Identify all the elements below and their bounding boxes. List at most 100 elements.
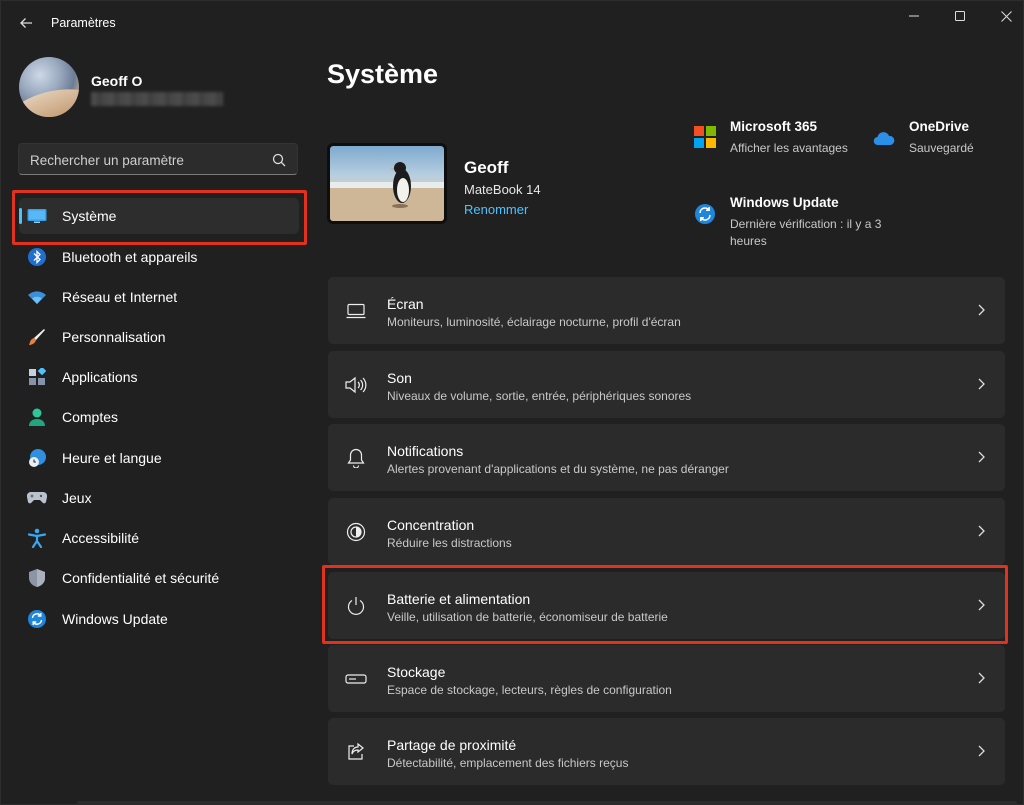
speaker-icon [345, 374, 367, 396]
card-title: Partage de proximité [387, 737, 517, 753]
settings-card-stockage[interactable]: Stockage Espace de stockage, lecteurs, r… [328, 645, 1005, 712]
chevron-right-icon [978, 599, 985, 611]
sidebar-item-label: Applications [62, 369, 138, 385]
quick-title: Windows Update [730, 195, 839, 210]
windows-update-tile[interactable]: Windows Update Dernière vérification : i… [694, 195, 914, 251]
brush-icon [27, 327, 47, 347]
avatar[interactable] [19, 57, 79, 117]
settings-card-son[interactable]: Son Niveaux de volume, sortie, entrée, p… [328, 351, 1005, 418]
chevron-right-icon [978, 378, 985, 390]
sidebar-item-reseau[interactable]: Réseau et Internet [19, 279, 299, 315]
maximize-button[interactable] [937, 1, 983, 31]
search-icon [272, 153, 286, 167]
chevron-right-icon [978, 525, 985, 537]
apps-icon [27, 367, 47, 387]
quick-subtitle: Afficher les avantages [730, 141, 848, 155]
quick-subtitle-line-1: Dernière vérification : il y a 3 [730, 217, 882, 231]
sidebar-item-label: Personnalisation [62, 329, 166, 345]
card-subtitle: Réduire les distractions [387, 536, 512, 550]
minimize-button[interactable] [891, 1, 937, 31]
partial-card-edge [77, 801, 1017, 805]
quick-title: Microsoft 365 [730, 119, 818, 134]
update-icon [695, 204, 715, 224]
settings-card-ecran[interactable]: Écran Moniteurs, luminosité, éclairage n… [328, 277, 1005, 344]
sidebar-item-heure[interactable]: Heure et langue [19, 440, 299, 476]
sidebar-item-systeme[interactable]: Système [19, 198, 299, 234]
update-icon [27, 609, 47, 629]
card-subtitle: Veille, utilisation de batterie, économi… [387, 610, 668, 624]
user-name: Geoff O [91, 73, 143, 89]
sidebar-item-bluetooth[interactable]: Bluetooth et appareils [19, 239, 299, 275]
sidebar-item-label: Jeux [62, 490, 92, 506]
back-arrow-icon [20, 18, 32, 28]
chevron-right-icon [978, 304, 985, 316]
sidebar-item-label: Confidentialité et sécurité [62, 570, 220, 586]
card-subtitle: Espace de stockage, lecteurs, règles de … [387, 683, 672, 697]
system-icon [27, 206, 47, 226]
sidebar-item-label: Réseau et Internet [62, 289, 178, 305]
sidebar-item-jeux[interactable]: Jeux [19, 480, 299, 516]
quick-subtitle-line-2: heures [730, 234, 767, 248]
sidebar-item-label: Comptes [62, 409, 119, 425]
sidebar-item-label: Accessibilité [62, 530, 140, 546]
minimize-icon [909, 15, 919, 17]
bluetooth-icon [27, 247, 47, 267]
device-name: Geoff [464, 158, 509, 177]
focus-icon [345, 521, 367, 543]
card-subtitle: Moniteurs, luminosité, éclairage nocturn… [387, 315, 681, 329]
card-subtitle: Niveaux de volume, sortie, entrée, périp… [387, 389, 692, 403]
bell-icon [345, 447, 367, 469]
card-title: Stockage [387, 664, 446, 680]
share-icon [345, 741, 367, 763]
wifi-icon [27, 287, 47, 307]
device-wallpaper-thumbnail[interactable] [327, 143, 447, 224]
microsoft-logo-icon [694, 126, 716, 148]
card-title: Batterie et alimentation [387, 591, 531, 607]
card-title: Notifications [387, 443, 464, 459]
user-email-redacted [91, 92, 223, 106]
device-model: MateBook 14 [464, 182, 541, 197]
account-icon [27, 407, 47, 427]
page-title: Système [327, 59, 439, 89]
card-title: Concentration [387, 517, 475, 533]
active-indicator [19, 208, 22, 224]
sidebar-item-label: Windows Update [62, 611, 168, 627]
onedrive-tile[interactable]: OneDrive Sauvegardé [873, 119, 1003, 159]
rename-link[interactable]: Renommer [464, 202, 528, 217]
sidebar-item-label: Système [62, 208, 117, 224]
sidebar-item-label: Bluetooth et appareils [62, 249, 198, 265]
quick-title: OneDrive [909, 119, 970, 134]
penguin-wallpaper-image [330, 162, 444, 221]
chevron-right-icon [978, 672, 985, 684]
close-button[interactable] [983, 1, 1024, 31]
title-bar: Paramètres [1, 1, 1023, 45]
app-title: Paramètres [51, 16, 116, 30]
microsoft-365-tile[interactable]: Microsoft 365 Afficher les avantages [694, 119, 864, 159]
card-title: Écran [387, 296, 424, 312]
storage-icon [345, 668, 367, 690]
sidebar-item-confidentialite[interactable]: Confidentialité et sécurité [19, 560, 299, 596]
quick-subtitle: Dernière vérification : il y a 3 heures [730, 216, 881, 250]
settings-card-concentration[interactable]: Concentration Réduire les distractions [328, 498, 1005, 565]
sidebar-item-accessibilite[interactable]: Accessibilité [19, 520, 299, 556]
search-placeholder: Rechercher un paramètre [30, 153, 184, 168]
monitor-icon [345, 300, 367, 322]
settings-window: Paramètres Geoff O Rechercher un paramèt… [0, 0, 1024, 805]
sidebar-item-label: Heure et langue [62, 450, 162, 466]
maximize-icon [955, 11, 965, 21]
back-button[interactable] [15, 12, 37, 34]
quick-subtitle: Sauvegardé [909, 141, 974, 155]
sidebar-item-windows-update[interactable]: Windows Update [19, 601, 299, 637]
card-title: Son [387, 370, 412, 386]
settings-card-batterie[interactable]: Batterie et alimentation Veille, utilisa… [328, 572, 1005, 639]
card-subtitle: Détectabilité, emplacement des fichiers … [387, 756, 629, 770]
sidebar-item-comptes[interactable]: Comptes [19, 399, 299, 435]
clock-globe-icon [27, 448, 47, 468]
accessibility-icon [27, 528, 47, 548]
sidebar-item-applications[interactable]: Applications [19, 359, 299, 395]
settings-card-partage[interactable]: Partage de proximité Détectabilité, empl… [328, 718, 1005, 785]
settings-card-notifications[interactable]: Notifications Alertes provenant d'applic… [328, 424, 1005, 491]
sidebar-item-personnalisation[interactable]: Personnalisation [19, 319, 299, 355]
card-subtitle: Alertes provenant d'applications et du s… [387, 462, 729, 476]
search-input[interactable]: Rechercher un paramètre [18, 143, 298, 175]
